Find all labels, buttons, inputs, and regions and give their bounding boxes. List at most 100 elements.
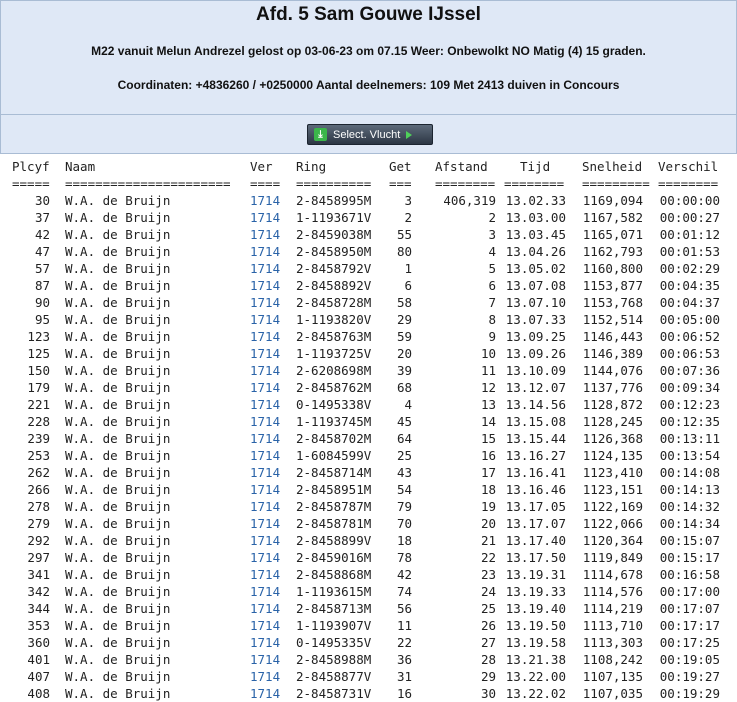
- cell-plcyf: 47: [34, 244, 50, 259]
- cell-ver[interactable]: 1714: [250, 396, 280, 413]
- cell-get: 29: [396, 312, 412, 327]
- cell-plcyf: 353: [27, 618, 50, 633]
- cell-verschil: 00:16:58: [659, 567, 720, 582]
- cell-ver[interactable]: 1714: [250, 549, 280, 566]
- cell-ver[interactable]: 1714: [250, 481, 280, 498]
- cell-naam: W.A. de Bruijn: [65, 193, 171, 208]
- cell-naam: W.A. de Bruijn: [65, 244, 171, 259]
- cell-ver[interactable]: 1714: [250, 413, 280, 430]
- cell-ver[interactable]: 1714: [250, 532, 280, 549]
- cell-get: 1: [404, 261, 412, 276]
- cell-verschil: 00:02:29: [659, 261, 720, 276]
- cell-ring: 1-1193725V: [296, 346, 372, 361]
- cell-ver[interactable]: 1714: [250, 226, 280, 243]
- cell-afstand: 21: [480, 533, 496, 548]
- cell-snelheid: 1123,410: [582, 465, 643, 480]
- header-underline: =========: [582, 176, 650, 191]
- cell-ring: 2-8458995M: [296, 193, 372, 208]
- cell-ver[interactable]: 1714: [250, 209, 280, 226]
- cell-afstand: 17: [480, 465, 496, 480]
- cell-ver[interactable]: 1714: [250, 583, 280, 600]
- cell-ver[interactable]: 1714: [250, 515, 280, 532]
- cell-tijd: 13.19.33: [505, 584, 566, 599]
- cell-afstand: 8: [488, 312, 496, 327]
- cell-tijd: 13.05.02: [505, 261, 566, 276]
- cell-verschil: 00:19:27: [659, 669, 720, 684]
- cell-snelheid: 1114,576: [582, 584, 643, 599]
- table-row: 37 W.A. de Bruijn 1714 1-1193671V 2 2 13.03.00…: [0, 209, 737, 226]
- cell-tijd: 13.19.31: [505, 567, 566, 582]
- cell-naam: W.A. de Bruijn: [65, 499, 171, 514]
- cell-get: 39: [396, 363, 412, 378]
- cell-ver[interactable]: 1714: [250, 685, 280, 702]
- cell-snelheid: 1126,368: [582, 431, 643, 446]
- cell-plcyf: 179: [27, 380, 50, 395]
- cell-snelheid: 1160,800: [582, 261, 643, 276]
- table-row: 292 W.A. de Bruijn 1714 2-8458899V 18 21 13.17…: [0, 532, 737, 549]
- cell-snelheid: 1114,678: [582, 567, 643, 582]
- cell-ver[interactable]: 1714: [250, 651, 280, 668]
- cell-get: 4: [404, 397, 412, 412]
- cell-ver[interactable]: 1714: [250, 430, 280, 447]
- cell-get: 79: [396, 499, 412, 514]
- cell-ring: 2-8458792V: [296, 261, 372, 276]
- cell-tijd: 13.17.05: [505, 499, 566, 514]
- cell-naam: W.A. de Bruijn: [65, 210, 171, 225]
- cell-ver[interactable]: 1714: [250, 260, 280, 277]
- cell-plcyf: 253: [27, 448, 50, 463]
- cell-ver[interactable]: 1714: [250, 277, 280, 294]
- cell-get: 59: [396, 329, 412, 344]
- cell-ver[interactable]: 1714: [250, 668, 280, 685]
- table-row: 344 W.A. de Bruijn 1714 2-8458713M 56 25 13.19…: [0, 600, 737, 617]
- cell-verschil: 00:04:35: [659, 278, 720, 293]
- cell-get: 56: [396, 601, 412, 616]
- cell-plcyf: 401: [27, 652, 50, 667]
- cell-naam: W.A. de Bruijn: [65, 261, 171, 276]
- cell-ver[interactable]: 1714: [250, 362, 280, 379]
- select-flight-button[interactable]: ⤓ Select. Vlucht: [307, 124, 433, 145]
- cell-ver[interactable]: 1714: [250, 634, 280, 651]
- cell-naam: W.A. de Bruijn: [65, 533, 171, 548]
- cell-verschil: 00:19:29: [659, 686, 720, 701]
- cell-ver[interactable]: 1714: [250, 447, 280, 464]
- cell-ver[interactable]: 1714: [250, 311, 280, 328]
- cell-ver[interactable]: 1714: [250, 379, 280, 396]
- cell-ver[interactable]: 1714: [250, 566, 280, 583]
- cell-verschil: 00:13:54: [659, 448, 720, 463]
- cell-afstand: 28: [480, 652, 496, 667]
- cell-verschil: 00:01:12: [659, 227, 720, 242]
- cell-tijd: 13.04.26: [505, 244, 566, 259]
- cell-snelheid: 1162,793: [582, 244, 643, 259]
- cell-snelheid: 1128,872: [582, 397, 643, 412]
- cell-verschil: 00:00:00: [659, 193, 720, 208]
- cell-ver[interactable]: 1714: [250, 294, 280, 311]
- cell-ring: 2-8458728M: [296, 295, 372, 310]
- cell-ver[interactable]: 1714: [250, 464, 280, 481]
- cell-tijd: 13.22.00: [505, 669, 566, 684]
- cell-ver[interactable]: 1714: [250, 617, 280, 634]
- cell-afstand: 406,319: [443, 193, 496, 208]
- cell-plcyf: 407: [27, 669, 50, 684]
- cell-snelheid: 1146,443: [582, 329, 643, 344]
- cell-ver[interactable]: 1714: [250, 328, 280, 345]
- cell-snelheid: 1169,094: [582, 193, 643, 208]
- cell-ver[interactable]: 1714: [250, 243, 280, 260]
- cell-tijd: 13.09.26: [505, 346, 566, 361]
- cell-afstand: 22: [480, 550, 496, 565]
- cell-ver[interactable]: 1714: [250, 192, 280, 209]
- cell-naam: W.A. de Bruijn: [65, 397, 171, 412]
- cell-ver[interactable]: 1714: [250, 600, 280, 617]
- cell-naam: W.A. de Bruijn: [65, 329, 171, 344]
- table-row: 278 W.A. de Bruijn 1714 2-8458787M 79 19 13.17…: [0, 498, 737, 515]
- cell-afstand: 18: [480, 482, 496, 497]
- cell-ver[interactable]: 1714: [250, 498, 280, 515]
- cell-ring: 2-8458868M: [296, 567, 372, 582]
- cell-ring: 2-8458877V: [296, 669, 372, 684]
- cell-get: 20: [396, 346, 412, 361]
- table-row: 401 W.A. de Bruijn 1714 2-8458988M 36 28 13.21…: [0, 651, 737, 668]
- cell-naam: W.A. de Bruijn: [65, 550, 171, 565]
- cell-ver[interactable]: 1714: [250, 345, 280, 362]
- table-row: 341 W.A. de Bruijn 1714 2-8458868M 42 23 13.19…: [0, 566, 737, 583]
- table-row: 42 W.A. de Bruijn 1714 2-8459038M 55 3 13.03.4…: [0, 226, 737, 243]
- header-underline: ========: [658, 176, 719, 191]
